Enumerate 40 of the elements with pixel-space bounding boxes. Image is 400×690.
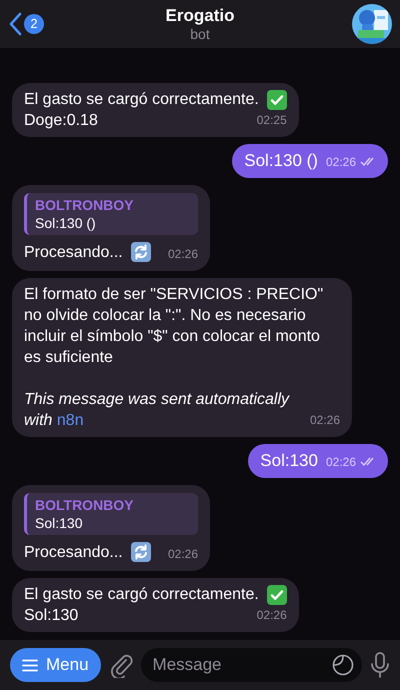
sticker-icon[interactable] (332, 654, 354, 676)
message-time: 02:26 (168, 547, 198, 561)
quote-author: BOLTRONBOY (35, 496, 135, 514)
message-time: 02:26 (256, 607, 287, 624)
message-text: El gasto se cargó correctamente. (24, 90, 259, 110)
message-text: Sol:130 (260, 450, 318, 472)
quote-text: Sol:130 (35, 514, 84, 532)
chat-title: Erogatio (166, 5, 234, 26)
refresh-icon (130, 242, 151, 262)
message-input[interactable]: Message (152, 652, 332, 678)
back-icon (8, 12, 22, 36)
message-footer: This message was sent automatically with n8n (24, 389, 298, 431)
message-field[interactable]: Message (140, 648, 362, 682)
message-text: El formato de ser "SERVICIOS : PRECIO" no olvide colocar la ":". No es necesario incluir el símbolo "$" con colocar el monto es suficiente (24, 285, 324, 368)
chat-subtitle: bot (190, 26, 210, 43)
message-time: 02:26 (168, 247, 198, 261)
message-text: Sol:130 () (244, 150, 318, 172)
message-time: 02:26 (310, 412, 340, 429)
check-icon (266, 90, 287, 110)
refresh-icon (130, 542, 151, 562)
back-button[interactable]: 2 (8, 12, 68, 36)
menu-icon (22, 658, 38, 672)
menu-button[interactable]: Menu (10, 648, 101, 682)
attach-icon[interactable] (108, 652, 133, 678)
message-time: 02:26 (326, 154, 356, 171)
reply-quote[interactable]: BOLTRONBOY Sol:130 (24, 493, 198, 535)
link[interactable]: n8n (56, 412, 84, 429)
message-text: El gasto se cargó correctamente. (24, 585, 259, 605)
message-text: Procesando... (24, 542, 123, 562)
message-text: Procesando... (24, 242, 123, 262)
microphone-icon[interactable] (370, 651, 390, 679)
message-time: 02:25 (256, 112, 287, 129)
reply-quote[interactable]: BOLTRONBOY Sol:130 () (24, 193, 198, 235)
quote-text: Sol:130 () (35, 214, 97, 232)
check-icon (266, 584, 287, 604)
message-text: Doge:0.18 (24, 111, 98, 131)
message-time: 02:26 (326, 454, 356, 471)
unread-badge: 2 (24, 14, 44, 34)
message-text: Sol:130 (24, 606, 78, 626)
quote-author: BOLTRONBOY (35, 196, 135, 214)
